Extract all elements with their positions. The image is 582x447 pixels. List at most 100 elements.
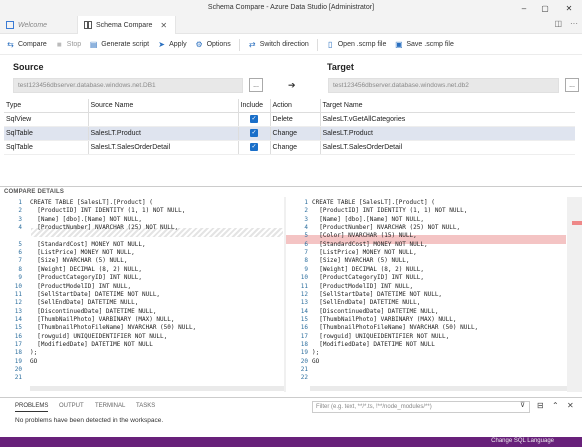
line-number: 21 bbox=[300, 366, 308, 373]
panel-tab-terminal[interactable]: TERMINAL bbox=[95, 403, 125, 409]
problems-filter-input[interactable]: Filter (e.g. text, **/*.ts, !**/node_mod… bbox=[312, 401, 530, 413]
editor-tab-bar: Welcome Schema Compare ✕ ◫ ··· bbox=[0, 16, 582, 34]
panel-tab-output[interactable]: OUTPUT bbox=[59, 403, 84, 409]
target-browse-button[interactable]: ... bbox=[565, 78, 579, 92]
compare-button[interactable]: ⇆ Compare bbox=[6, 40, 47, 49]
cell-source-name: SalesLT.SalesOrderDetail bbox=[88, 140, 239, 155]
line-number: 20 bbox=[300, 357, 308, 365]
options-button[interactable]: ⚙ Options bbox=[195, 40, 230, 49]
status-bar: Change SQL Language bbox=[0, 437, 582, 447]
code-line: [Color] NVARCHAR (15) NULL, bbox=[312, 232, 417, 240]
maximize-panel-icon[interactable]: ⌃ bbox=[552, 401, 559, 410]
window-title: Schema Compare - Azure Data Studio [Admi… bbox=[207, 4, 375, 11]
save-scmp-label: Save .scmp file bbox=[406, 41, 454, 48]
table-row[interactable]: SqlTable SalesLT.Product ✓ Change SalesL… bbox=[4, 126, 575, 141]
code-line: GO bbox=[30, 357, 38, 365]
more-actions-icon[interactable]: ··· bbox=[570, 19, 578, 28]
split-editor-icon[interactable]: ◫ bbox=[554, 19, 562, 28]
source-script-pane[interactable]: 1 CREATE TABLE [SalesLT].[Product] (2 [Pr… bbox=[0, 197, 284, 392]
code-line: [ListPrice] MONEY NOT NULL, bbox=[312, 249, 417, 257]
open-file-icon: ▯ bbox=[328, 40, 333, 49]
cell-type: SqlTable bbox=[4, 140, 89, 155]
cell-type: SqlTable bbox=[4, 126, 89, 141]
table-row[interactable]: SqlView ✓ Delete SalesLT.vGetAllCategori… bbox=[4, 112, 575, 127]
line-number: 18 bbox=[14, 349, 22, 357]
include-checkbox[interactable]: ✓ bbox=[250, 143, 258, 151]
line-number: 16 bbox=[14, 332, 22, 340]
line-number: 11 bbox=[300, 282, 308, 290]
code-line: [ThumbnailPhotoFileName] NVARCHAR (50) N… bbox=[312, 324, 479, 332]
column-header-include[interactable]: Include bbox=[238, 99, 271, 113]
save-scmp-button[interactable]: ▣ Save .scmp file bbox=[394, 40, 454, 49]
arrow-right-icon: ➔ bbox=[288, 80, 296, 90]
stop-button[interactable]: ■ Stop bbox=[55, 40, 81, 49]
code-line: GO bbox=[312, 357, 320, 365]
column-header-source-name[interactable]: Source Name bbox=[88, 99, 239, 113]
line-number: 21 bbox=[14, 374, 22, 382]
include-checkbox[interactable]: ✓ bbox=[250, 115, 258, 123]
schema-compare-icon bbox=[84, 21, 92, 29]
compare-label: Compare bbox=[18, 41, 47, 48]
line-number: 1 bbox=[304, 199, 308, 206]
grid-header-row: Type Source Name Include Action Target N… bbox=[4, 99, 575, 113]
panel-tab-problems[interactable]: PROBLEMS bbox=[15, 403, 49, 412]
code-line: [ProductCategoryID] INT NULL, bbox=[30, 274, 142, 282]
code-line: [Name] [dbo].[Name] NOT NULL, bbox=[312, 215, 424, 223]
open-scmp-label: Open .scmp file bbox=[337, 41, 387, 48]
column-header-type[interactable]: Type bbox=[4, 99, 89, 113]
line-number: 16 bbox=[300, 324, 308, 332]
close-window-icon[interactable]: ✕ bbox=[562, 2, 576, 14]
line-number: 11 bbox=[14, 290, 22, 298]
cell-target-name: SalesLT.SalesOrderDetail bbox=[320, 140, 575, 155]
code-line: [ProductNumber] NVARCHAR (25) NOT NULL, bbox=[30, 224, 179, 232]
line-number: 4 bbox=[304, 224, 308, 232]
title-bar: Schema Compare - Azure Data Studio [Admi… bbox=[0, 0, 582, 16]
switch-direction-button[interactable]: ⇄ Switch direction bbox=[248, 40, 309, 49]
compare-icon: ⇆ bbox=[7, 40, 14, 49]
target-script-pane[interactable]: 1 CREATE TABLE [SalesLT].[Product] (2 [Pr… bbox=[286, 197, 566, 392]
collapse-all-icon[interactable]: ⊟ bbox=[537, 401, 544, 410]
code-line: [rowguid] UNIQUEIDENTIFIER NOT NULL, bbox=[30, 332, 168, 340]
code-line: [Size] NVARCHAR (5) NULL, bbox=[30, 257, 128, 265]
source-browse-button[interactable]: ... bbox=[249, 78, 263, 92]
stop-icon: ■ bbox=[56, 40, 62, 49]
line-number: 14 bbox=[14, 315, 22, 323]
open-scmp-button[interactable]: ▯ Open .scmp file bbox=[326, 40, 387, 49]
problems-message: No problems have been detected in the wo… bbox=[15, 417, 164, 424]
line-number: 2 bbox=[18, 207, 22, 215]
line-number: 17 bbox=[300, 332, 308, 340]
generate-script-button[interactable]: ▤ Generate script bbox=[89, 40, 149, 49]
apply-button[interactable]: ➤ Apply bbox=[157, 40, 186, 49]
include-checkbox[interactable]: ✓ bbox=[250, 129, 258, 137]
close-panel-icon[interactable]: ✕ bbox=[567, 401, 574, 410]
column-header-action[interactable]: Action bbox=[270, 99, 321, 113]
column-header-target-name[interactable]: Target Name bbox=[320, 99, 575, 113]
line-number: 13 bbox=[300, 299, 308, 307]
code-line: CREATE TABLE [SalesLT].[Product] ( bbox=[312, 199, 435, 206]
target-horizontal-scrollbar[interactable] bbox=[310, 386, 567, 391]
tab-welcome[interactable]: Welcome bbox=[0, 16, 78, 34]
panel-tab-tasks[interactable]: TASKS bbox=[136, 403, 155, 409]
table-row[interactable]: SqlTable SalesLT.SalesOrderDetail ✓ Chan… bbox=[4, 140, 575, 155]
maximize-icon[interactable]: ▢ bbox=[538, 2, 552, 14]
target-heading: Target bbox=[327, 62, 354, 72]
line-number: 3 bbox=[18, 215, 22, 223]
line-number: 2 bbox=[304, 207, 308, 215]
minimize-icon[interactable]: – bbox=[517, 2, 531, 14]
source-horizontal-scrollbar[interactable] bbox=[30, 386, 284, 391]
compare-vertical-scrollbar[interactable] bbox=[567, 197, 582, 392]
status-bar-language[interactable]: Change SQL Language bbox=[491, 438, 554, 444]
cell-action: Change bbox=[270, 126, 321, 141]
code-line: [Weight] DECIMAL (8, 2) NULL, bbox=[312, 265, 424, 273]
filter-icon[interactable]: ⊽ bbox=[520, 401, 525, 409]
line-number: 14 bbox=[300, 307, 308, 315]
code-line: [StandardCost] MONEY NOT NULL, bbox=[312, 240, 428, 248]
target-endpoint-field: test123456dbserver.database.windows.net.… bbox=[328, 78, 559, 93]
pane-divider[interactable] bbox=[284, 197, 286, 392]
schema-compare-toolbar: ⇆ Compare ■ Stop ▤ Generate script ➤ App… bbox=[0, 35, 582, 55]
tab-schema-compare[interactable]: Schema Compare ✕ bbox=[78, 16, 176, 34]
code-line: [SellStartDate] DATETIME NOT NULL, bbox=[30, 290, 161, 298]
line-number: 18 bbox=[300, 340, 308, 348]
close-tab-icon[interactable]: ✕ bbox=[160, 21, 167, 30]
code-line: [Name] [dbo].[Name] NOT NULL, bbox=[30, 215, 142, 223]
